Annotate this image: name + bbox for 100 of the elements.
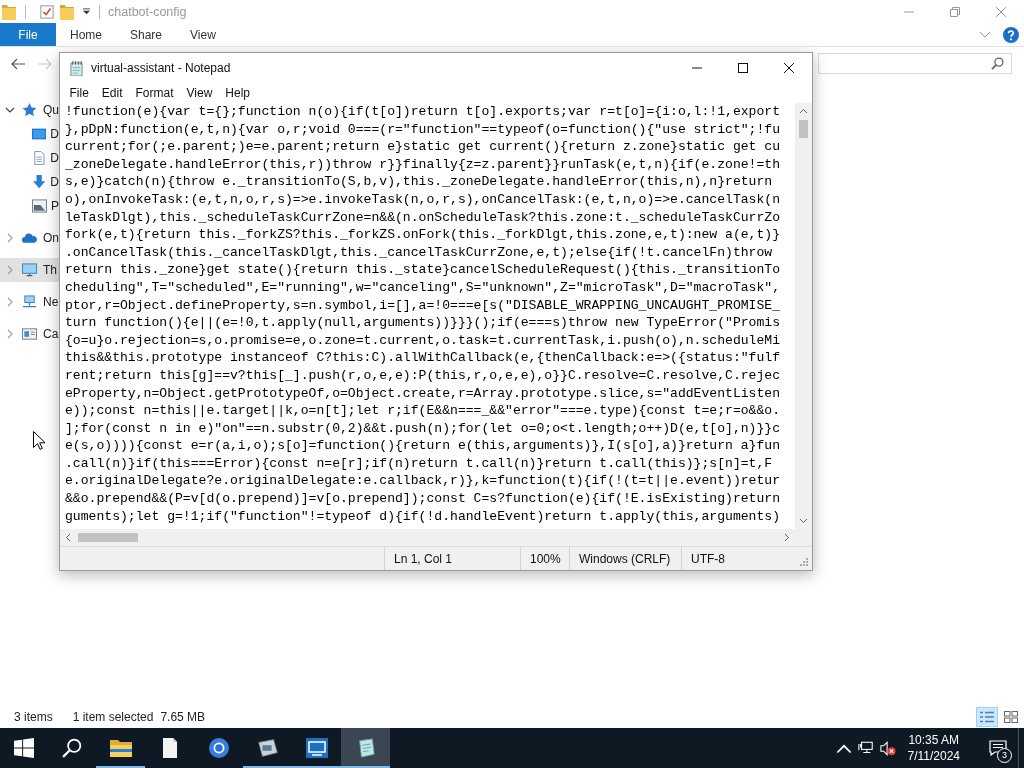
menu-item[interactable]: Edit [95,83,130,103]
code-line: fork(e,t){return this._forkZS?this._forkZS.onFork(this._forkDlgt,this.zone,e,t):new a(e,t)} [65,226,781,244]
view-toggle-button[interactable] [976,707,998,727]
code-line: },pDpN:function(e,t,n){var o,r;void 0===(r="function"==typeof(o=function(){"use strict";!fu [65,120,781,139]
help-icon[interactable] [1003,26,1019,43]
code-line: leTaskDlgt),this._scheduleTaskCurrZone=n&&(n.onScheduleTask?this.zone:t._scheduleTaskCurrZo [65,208,781,227]
computer-icon [22,263,37,277]
windows-logo-icon [13,738,35,758]
size-grip-icon[interactable] [799,557,809,567]
caret-icon[interactable] [83,8,90,15]
nav-item[interactable]: P [0,194,59,218]
search-icon [991,57,1004,70]
code-line: guments);let g=!1;if("function"!=typeof d){if(!d.handleEvent)return t.apply(this,arguments) [65,507,781,526]
ribbon-tab[interactable]: Home [56,23,116,46]
mouse-pointer-icon [33,431,45,450]
caret-right-icon[interactable] [5,233,15,243]
code-line: e.originalDelegate?e.originalDelegate:e.callback,r)},k=function(t){if(!(t=t||e.event))retur [65,472,781,491]
code-line: .onCancelTask(this._cancelTaskDlgt,this._cancelTaskCurrZone,e,t);else{if(!t.cancelFn)throw [65,243,773,262]
clock-date: 7/11/2024 [907,748,960,764]
caret-down-icon[interactable] [5,105,15,115]
code-line: {o=u}o.rejection=s,o.promise=e,o.zone=t.current,o.task=t.currentTask,i.push(o),n.scheduleMi [65,331,781,350]
code-line: this&&this.prototype instanceof C?this:C).allWithCallback(e,{thenCallback:e=>({status:"fulf [65,349,781,367]
nav-item[interactable]: D [0,170,59,194]
menu-item[interactable]: Format [129,83,181,103]
network-icon[interactable] [857,740,874,756]
code-line: ptor,r=Object.defineProperty,s=n.symbol,i=[],a=!0===e[s("DISABLE_WRAPPING_UNCAUGHT_PROMISE_ [65,296,781,315]
window-title: chatbot-config [108,4,187,19]
ribbon-tab[interactable]: View [176,23,230,46]
menu-item[interactable]: File [63,83,96,103]
code-line: turn function(){e||(e=!0,t.apply(null,arguments))}}}();if(e===s)throw new TypeError("Promis [65,314,781,332]
caret-right-icon[interactable] [5,297,15,307]
nav-item[interactable]: D [0,122,59,146]
code-line: eProperty,n=Object.getPrototypeOf,o=Object.create,r=Array.prototype.slice,s="addEventListen [65,384,781,403]
code-line: e));const n=this||e.target||k,o=n[t];let r;if(E&&n===_&&"error"===e.type){const t=e;r=o&&o. [65,402,781,420]
search-icon [61,738,83,758]
document-icon [32,151,47,165]
nav-item[interactable]: Qu [0,98,59,122]
cursor-position: Ln 1, Col 1 [384,547,520,570]
search-field[interactable] [818,53,1012,74]
code-line: !function(e){var t={};function n(o){if(t[o])return t[o].exports;var r=t[o]={i:o,l:!1,export [65,103,781,121]
forward-arrow-icon [38,57,52,70]
star-icon [22,103,37,117]
download-arrow-icon [32,175,47,189]
code-line: .call(n)}if(this===Error){const n=e[r];if(n)return t.call(n)}return t.call(this)};s[n]=t,F [65,454,773,473]
close-icon [784,63,794,73]
terminal-icon [305,738,328,758]
scroll-thumb[interactable] [78,533,138,542]
contact-card-icon [22,327,37,341]
desktop-icon [32,127,47,141]
code-line: o),onInvokeTask:(e,t,n,o,r,s)=>e.invokeTask(n,o,r,s),onCancelTask:(e,t,n,o)=>e.cancelTask(n [65,190,781,209]
code-line: current;for(;e.parent;)e=e.parent;return e}static get current(){return z.zone}static get cu [65,138,781,156]
caret-right-icon[interactable] [5,265,15,275]
selection-size: 7.65 MB [160,710,206,724]
app-window-icon [256,738,279,758]
network-icon [22,295,37,309]
folder-icon[interactable] [60,3,74,20]
nav-item[interactable]: Ne [0,290,59,314]
picture-icon [32,199,47,213]
ribbon-tab[interactable]: Share [116,23,177,46]
clock-time: 10:35 AM [908,732,960,748]
horizontal-scrollbar[interactable] [60,529,795,546]
menu-item[interactable]: Help [218,83,257,103]
line-ending: Windows (CRLF) [569,547,681,570]
taskbar-app-button[interactable] [341,728,390,768]
large-icons-view-icon [1004,711,1018,723]
clock-button[interactable]: 10:35 AM 7/11/2024 [901,732,966,764]
window-title: virtual-assistant - Notepad [91,61,231,75]
zoom-level: 100% [520,547,569,570]
details-view-icon [980,711,994,723]
encoding: UTF-8 [681,547,799,570]
cloud-icon [22,231,37,245]
browser-icon [207,738,230,758]
properties-icon[interactable] [40,3,54,20]
notification-count: 3 [997,748,1012,763]
folder-icon [109,738,132,758]
restore-icon [950,6,960,17]
notification-icon [989,740,1007,756]
scroll-thumb[interactable] [799,120,808,138]
maximize-icon [738,63,748,73]
code-line: return this._zone}get state(){return this._state}cancelScheduleRequest(){this._transitionTo [65,261,781,279]
nav-item[interactable]: On [0,226,59,250]
volume-muted-icon[interactable] [879,740,896,756]
code-line: e(s,o)))){const e=r(a,i,o);s[o]=function(){return e(this,arguments)},I(s[o],a)}return a}fun [65,437,781,455]
code-line: rent;return this[g]==v?this[_].push(r,o,e,e):P(this,r,o,e,e),o}}C.resolve=C.resolve,C.rejec [65,366,781,385]
selection-info: 1 item selected [72,710,154,724]
notifications-button[interactable]: 3 [978,728,1018,768]
code-line: &&o.prepend&&(P=v[d(o.prepend)]=v[o.prepend]);const C=s?function(e){if(!E.isExisting)return [65,490,781,508]
nav-item[interactable]: D [0,146,59,170]
item-count: 3 items [14,710,53,724]
code-line: s,e)}catch(n){throw e._transitionTo(S,b,v),this._zoneDelegate.handleError(this,n),n}return [65,173,773,191]
menu-item[interactable]: View [180,83,219,103]
chevron-down-icon[interactable] [980,31,990,38]
folder-icon[interactable] [2,3,16,20]
code-line: cheduling",T="scheduled",E="running",w="canceling",S="unknown",Z="microTask",D="macroTask", [65,278,781,297]
caret-right-icon[interactable] [5,329,15,339]
close-icon [996,6,1006,17]
nav-item[interactable]: Th [0,258,59,282]
ribbon-tab[interactable]: File [0,23,56,46]
nav-item[interactable]: Ca [0,322,59,346]
vertical-scrollbar[interactable] [795,103,812,529]
